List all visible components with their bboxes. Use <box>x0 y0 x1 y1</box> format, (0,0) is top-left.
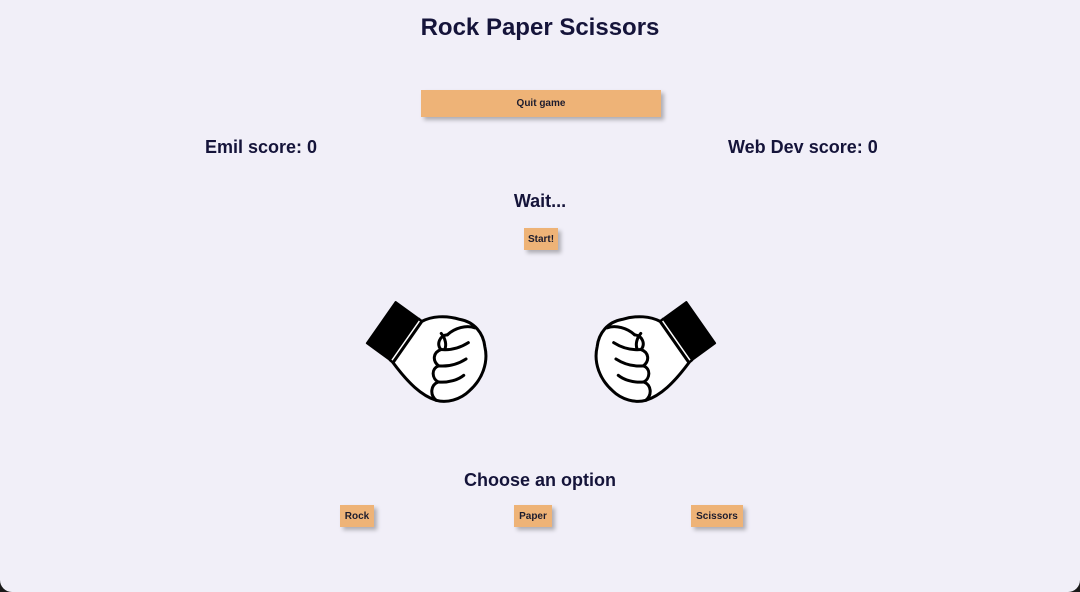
start-button[interactable]: Start! <box>524 228 558 250</box>
quit-game-button[interactable]: Quit game <box>421 90 661 117</box>
rock-button[interactable]: Rock <box>340 505 374 527</box>
opponent-score: Web Dev score: 0 <box>728 137 878 157</box>
choose-option-heading: Choose an option <box>464 470 616 490</box>
game-page: Rock Paper Scissors Quit game Emil score… <box>0 0 1080 592</box>
round-status: Wait... <box>513 191 567 211</box>
scissors-button[interactable]: Scissors <box>691 505 743 527</box>
page-title: Rock Paper Scissors <box>420 14 660 41</box>
player-score: Emil score: 0 <box>205 137 318 157</box>
opponent-fist-icon <box>594 301 717 403</box>
paper-button[interactable]: Paper <box>514 505 552 527</box>
player-fist-icon <box>365 301 488 403</box>
